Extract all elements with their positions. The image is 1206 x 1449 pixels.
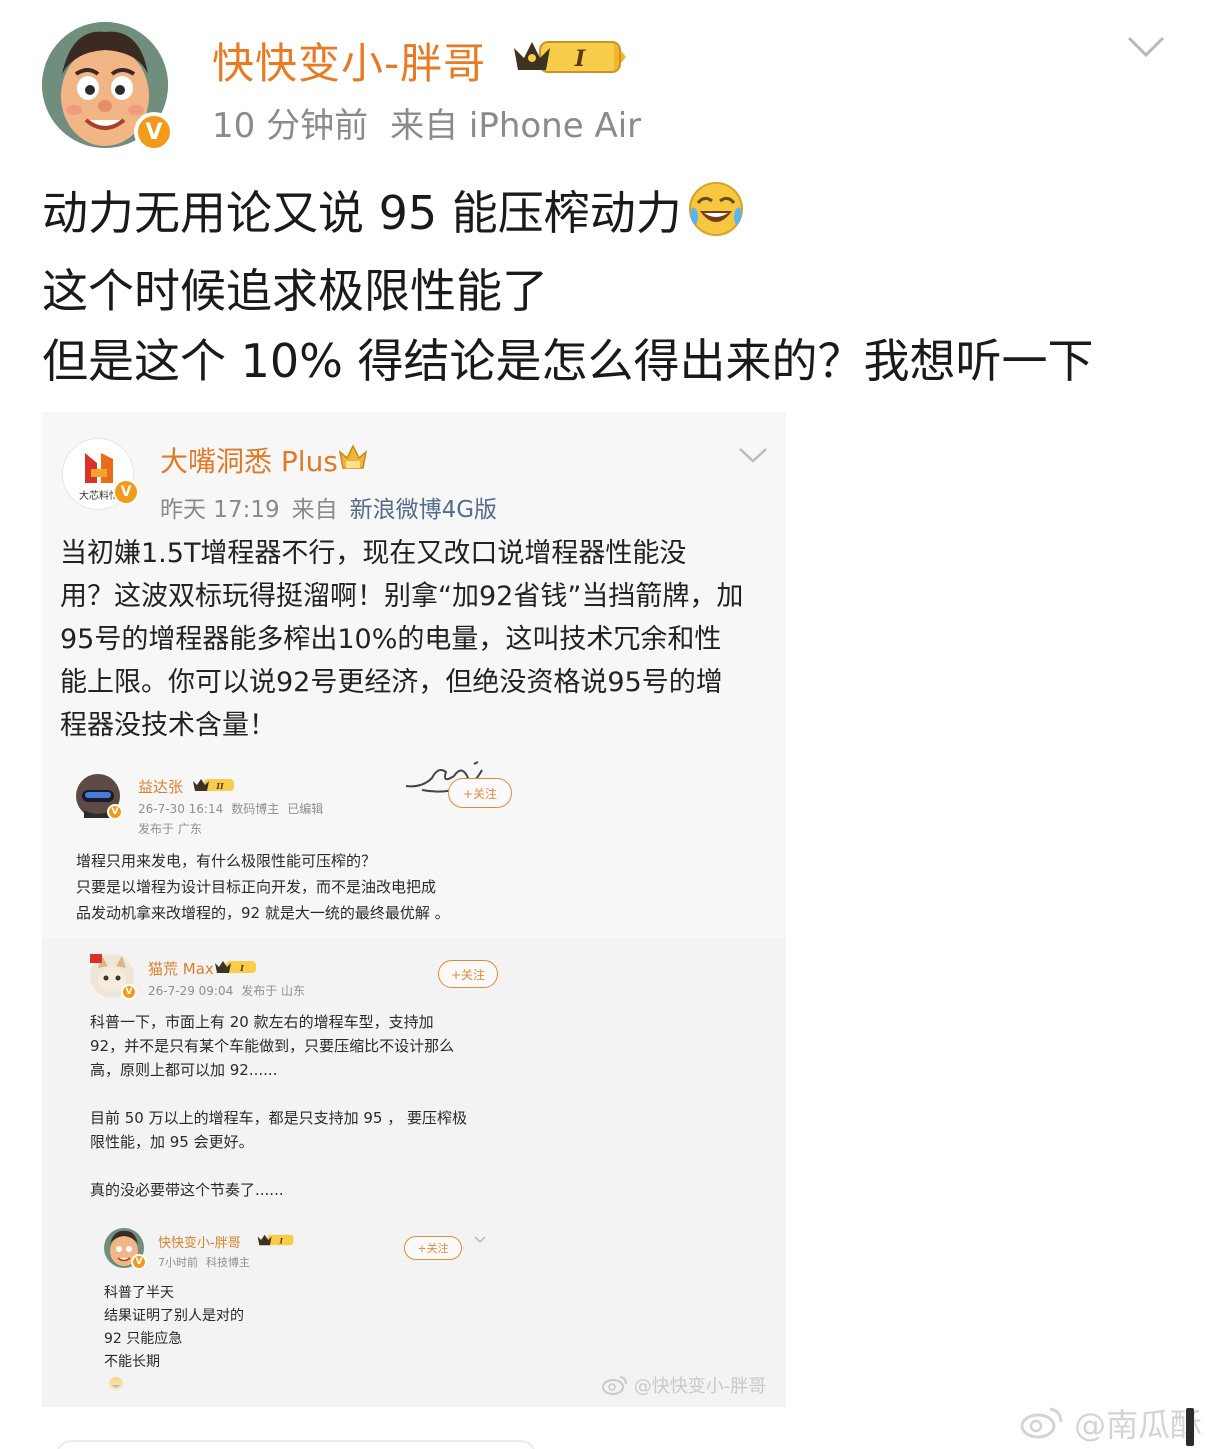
comment-text: 增程只用来发电，有什么极限性能可压榨的？ 只要是以增程为设计目标正向开发，而不是… <box>76 852 450 922</box>
follow-button: +关注 <box>438 960 498 988</box>
weibo-logo-icon <box>602 1376 627 1395</box>
comment-author: 快快变小-胖哥 <box>158 1236 241 1251</box>
post-line-3: 但是这个 10% 得结论是怎么得出来的？我想听一下 <box>42 334 1094 388</box>
comment-text: 科普一下，市面上有 20 款左右的增程车型，支持加 92，并不是只有某个车能做到… <box>90 1013 468 1199</box>
comment-author: 猫荒 Max <box>148 960 214 978</box>
comment-avatar: V <box>104 1228 147 1270</box>
svg-text:I: I <box>239 963 244 973</box>
verified-badge-icon: V <box>121 984 137 1000</box>
weibo-logo-icon <box>1020 1407 1063 1439</box>
verified-badge-icon: V <box>113 479 139 505</box>
member-crown-badge[interactable]: I <box>510 36 628 82</box>
quoted-time: 昨天 17:19 <box>160 497 280 523</box>
quoted-source: 新浪微博4G版 <box>349 497 498 523</box>
quoted-avatar: 大芯料忙 V <box>62 438 139 510</box>
svg-text:I: I <box>279 1237 284 1246</box>
post-meta: 10 分钟前 来自 iPhone Air <box>212 98 641 147</box>
chevron-down-icon <box>474 1236 486 1244</box>
verified-badge-icon: V <box>131 1254 147 1270</box>
verified-badge-icon: V <box>134 112 174 152</box>
post-time: 10 分钟前 <box>212 106 369 146</box>
post-line-2: 这个时候追求极限性能了 <box>42 264 548 318</box>
svg-text:I: I <box>574 46 586 72</box>
quoted-author-name: 大嘴洞悉 Plus <box>160 445 338 478</box>
comment-meta: 26-7-30 16:14 数码博主 已编辑 <box>138 802 324 816</box>
crown-icon <box>338 444 368 469</box>
crown-level-icon: I <box>257 1234 294 1246</box>
comment-meta: 26-7-29 09:04 发布于 山东 <box>148 984 306 998</box>
comment-location: 发布于 广东 <box>138 822 202 836</box>
scrollbar-thumb[interactable] <box>1186 1408 1194 1446</box>
comment-author: 益达张 <box>138 778 184 796</box>
post-body: 动力无用论又说 95 能压榨动力 这个时候追求极限性能了 但是这个 10% 得结… <box>42 178 1182 396</box>
chevron-down-icon[interactable] <box>1126 34 1166 64</box>
follow-button: +关注 <box>404 1236 462 1260</box>
crown-level-icon: I <box>215 961 256 973</box>
post-image[interactable]: 大芯料忙 V 大嘴洞悉 Plus 昨天 17:19 来自 新浪微博4G版 当初嫌1.… <box>42 412 786 1407</box>
author-avatar[interactable]: V <box>42 22 174 152</box>
bottom-input-bar[interactable] <box>56 1440 536 1449</box>
post-line-1: 动力无用论又说 95 能压榨动力 <box>42 178 1182 256</box>
author-name[interactable]: 快快变小-胖哥 <box>212 30 486 91</box>
follow-button: +关注 <box>448 778 512 808</box>
laughing-crying-emoji-icon <box>688 181 744 256</box>
post-source: 来自 iPhone Air <box>390 106 642 146</box>
verified-badge-icon: V <box>107 804 123 820</box>
main-watermark: @南瓜酥 <box>1020 1400 1202 1446</box>
comment-1: V 益达张 II 26-7-30 16:14 数码博主 已编辑 发布于 广东 +关注… <box>42 758 786 948</box>
comment-avatar: V <box>76 774 123 820</box>
comment-2: V 猫荒 Max I 26-7-29 09:04 发布于 山东 +关注 科普一下，… <box>42 948 786 1238</box>
nested-comments: V 益达张 II 26-7-30 16:14 数码博主 已编辑 发布于 广东 +关注… <box>42 758 786 1407</box>
quoted-meta: 昨天 17:19 来自 新浪微博4G版 <box>160 497 498 523</box>
comment-avatar: V <box>90 954 137 1000</box>
comment-meta: 7小时前 科技博主 <box>158 1256 250 1269</box>
chevron-down-icon <box>738 446 768 468</box>
crown-level-icon: I <box>514 41 626 73</box>
crown-level-icon: II <box>193 779 234 791</box>
inner-watermark: @快快变小-胖哥 <box>602 1372 766 1398</box>
quoted-body: 当初嫌1.5T增程器不行，现在又改口说增程器性能没 用？这波双标玩得挺溜啊！别拿… <box>60 538 744 741</box>
svg-text:II: II <box>215 781 224 791</box>
